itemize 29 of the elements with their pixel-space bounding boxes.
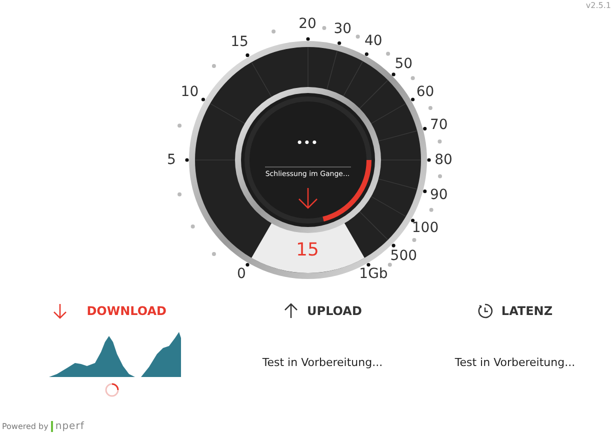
scale-label: 70: [430, 116, 448, 133]
metric-label: UPLOAD: [307, 304, 362, 318]
scale-label: 15: [230, 34, 248, 50]
scale-label: 40: [364, 33, 382, 50]
scale-label: 80: [434, 152, 452, 168]
powered-by-label: Powered by: [2, 422, 48, 431]
brand-logo: nperf: [51, 421, 84, 432]
scale-label: 30: [334, 20, 352, 37]
scale-label: 60: [416, 84, 434, 100]
scale-label: 500: [390, 248, 418, 264]
scale-label: 5: [167, 152, 176, 168]
clock-icon: [477, 303, 494, 319]
down-arrow-icon: [52, 303, 68, 319]
scale-label: 10: [180, 84, 199, 100]
scale-label: 0: [237, 266, 246, 282]
scale-label: 50: [394, 56, 413, 72]
speed-value: 15: [296, 240, 319, 260]
scale-label: 1Gb: [359, 266, 388, 282]
version-label: v2.5.1: [586, 1, 611, 10]
metric-status: Test in Vorbereitung...: [454, 356, 576, 369]
loading-spinner-icon: [104, 382, 120, 398]
up-arrow-icon: [283, 303, 300, 319]
metric-status: Test in Vorbereitung...: [262, 356, 383, 369]
scale-label: 20: [298, 16, 316, 32]
metric-label: LATENZ: [501, 304, 553, 318]
scale-label: 100: [412, 220, 439, 236]
scale-label: 90: [430, 187, 448, 204]
status-dots: •••: [296, 138, 319, 149]
metric-label: DOWNLOAD: [86, 304, 166, 318]
